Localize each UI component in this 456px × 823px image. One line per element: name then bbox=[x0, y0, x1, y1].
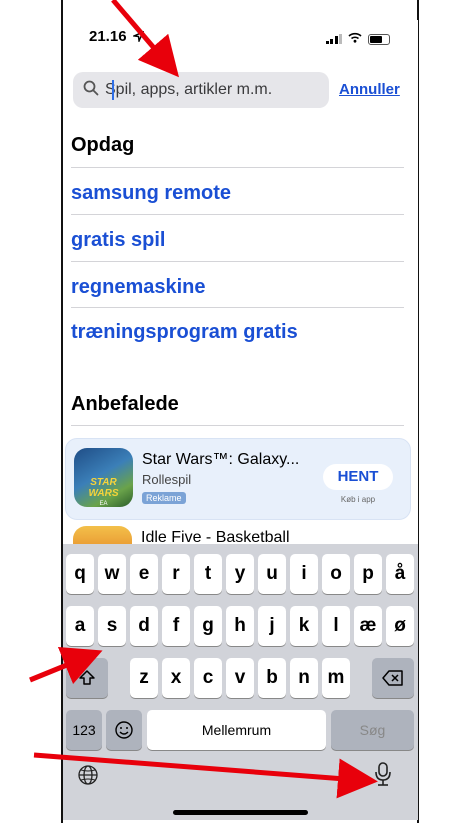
key-e[interactable]: e bbox=[130, 554, 158, 594]
key-j[interactable]: j bbox=[258, 606, 286, 646]
app-icon-logo-text: STAR WARS bbox=[88, 477, 119, 499]
key-x[interactable]: x bbox=[162, 658, 190, 698]
battery-icon bbox=[368, 33, 390, 45]
in-app-purchase-note: Køb i app bbox=[340, 495, 376, 504]
divider bbox=[71, 214, 404, 215]
key-t[interactable]: t bbox=[194, 554, 222, 594]
key-a[interactable]: a bbox=[66, 606, 94, 646]
phone-screen: 21.16 Annuller Opdag samsung remote grat… bbox=[63, 20, 418, 820]
suggestion-link[interactable]: træningsprogram gratis bbox=[71, 321, 298, 344]
app-icon-brand: EA bbox=[99, 501, 108, 507]
search-input[interactable] bbox=[105, 81, 315, 99]
backspace-key[interactable] bbox=[372, 658, 414, 698]
divider bbox=[71, 307, 404, 308]
home-indicator bbox=[173, 810, 308, 815]
key-m[interactable]: m bbox=[322, 658, 350, 698]
key-s[interactable]: s bbox=[98, 606, 126, 646]
get-button[interactable]: HENT bbox=[323, 464, 393, 490]
key-r[interactable]: r bbox=[162, 554, 190, 594]
globe-icon[interactable] bbox=[77, 764, 99, 791]
recommended-heading: Anbefalede bbox=[71, 393, 179, 415]
key-l[interactable]: l bbox=[322, 606, 350, 646]
key-g[interactable]: g bbox=[194, 606, 222, 646]
app-title: Star Wars™: Galaxy... bbox=[142, 451, 300, 468]
search-key[interactable]: Søg bbox=[331, 710, 414, 750]
key-q[interactable]: q bbox=[66, 554, 94, 594]
keyboard: q w e r t y u i o p å a s d f g h j k l … bbox=[63, 544, 418, 820]
emoji-icon bbox=[115, 721, 133, 739]
key-y[interactable]: y bbox=[226, 554, 254, 594]
space-key[interactable]: Mellemrum bbox=[147, 710, 326, 750]
search-field[interactable] bbox=[73, 72, 329, 108]
suggestion-link[interactable]: samsung remote bbox=[71, 182, 231, 205]
divider bbox=[71, 167, 404, 168]
key-b[interactable]: b bbox=[258, 658, 286, 698]
suggestion-link[interactable]: regnemaskine bbox=[71, 276, 206, 299]
status-time: 21.16 bbox=[89, 28, 127, 45]
key-h[interactable]: h bbox=[226, 606, 254, 646]
status-bar: 21.16 bbox=[63, 20, 418, 50]
divider bbox=[71, 261, 404, 262]
numbers-key[interactable]: 123 bbox=[66, 710, 102, 750]
divider bbox=[71, 425, 404, 426]
app-icon-star-wars: STAR WARS EA bbox=[74, 448, 133, 507]
key-n[interactable]: n bbox=[290, 658, 318, 698]
key-k[interactable]: k bbox=[290, 606, 318, 646]
suggestion-link[interactable]: gratis spil bbox=[71, 229, 165, 252]
shift-key[interactable] bbox=[66, 658, 108, 698]
emoji-key[interactable] bbox=[106, 710, 142, 750]
cancel-button[interactable]: Annuller bbox=[339, 81, 400, 98]
backspace-icon bbox=[382, 670, 403, 686]
key-a-ring[interactable]: å bbox=[386, 554, 414, 594]
location-arrow-icon bbox=[131, 29, 145, 47]
discover-heading: Opdag bbox=[71, 134, 135, 156]
signal-icon bbox=[325, 34, 342, 44]
key-c[interactable]: c bbox=[194, 658, 222, 698]
key-o-slash[interactable]: ø bbox=[386, 606, 414, 646]
key-v[interactable]: v bbox=[226, 658, 254, 698]
search-icon bbox=[83, 80, 99, 101]
key-u[interactable]: u bbox=[258, 554, 286, 594]
app-card-star-wars[interactable]: STAR WARS EA Star Wars™: Galaxy... Rolle… bbox=[65, 438, 411, 520]
key-d[interactable]: d bbox=[130, 606, 158, 646]
key-w[interactable]: w bbox=[98, 554, 126, 594]
key-ae[interactable]: æ bbox=[354, 606, 382, 646]
app-category: Rollespil bbox=[142, 472, 192, 487]
key-i[interactable]: i bbox=[290, 554, 318, 594]
key-f[interactable]: f bbox=[162, 606, 190, 646]
wifi-icon bbox=[348, 30, 362, 48]
shift-icon bbox=[79, 670, 95, 685]
ad-badge: Reklame bbox=[142, 492, 186, 504]
key-z[interactable]: z bbox=[130, 658, 158, 698]
key-p[interactable]: p bbox=[354, 554, 382, 594]
text-cursor bbox=[112, 80, 114, 100]
key-o[interactable]: o bbox=[322, 554, 350, 594]
microphone-icon[interactable] bbox=[373, 761, 393, 792]
